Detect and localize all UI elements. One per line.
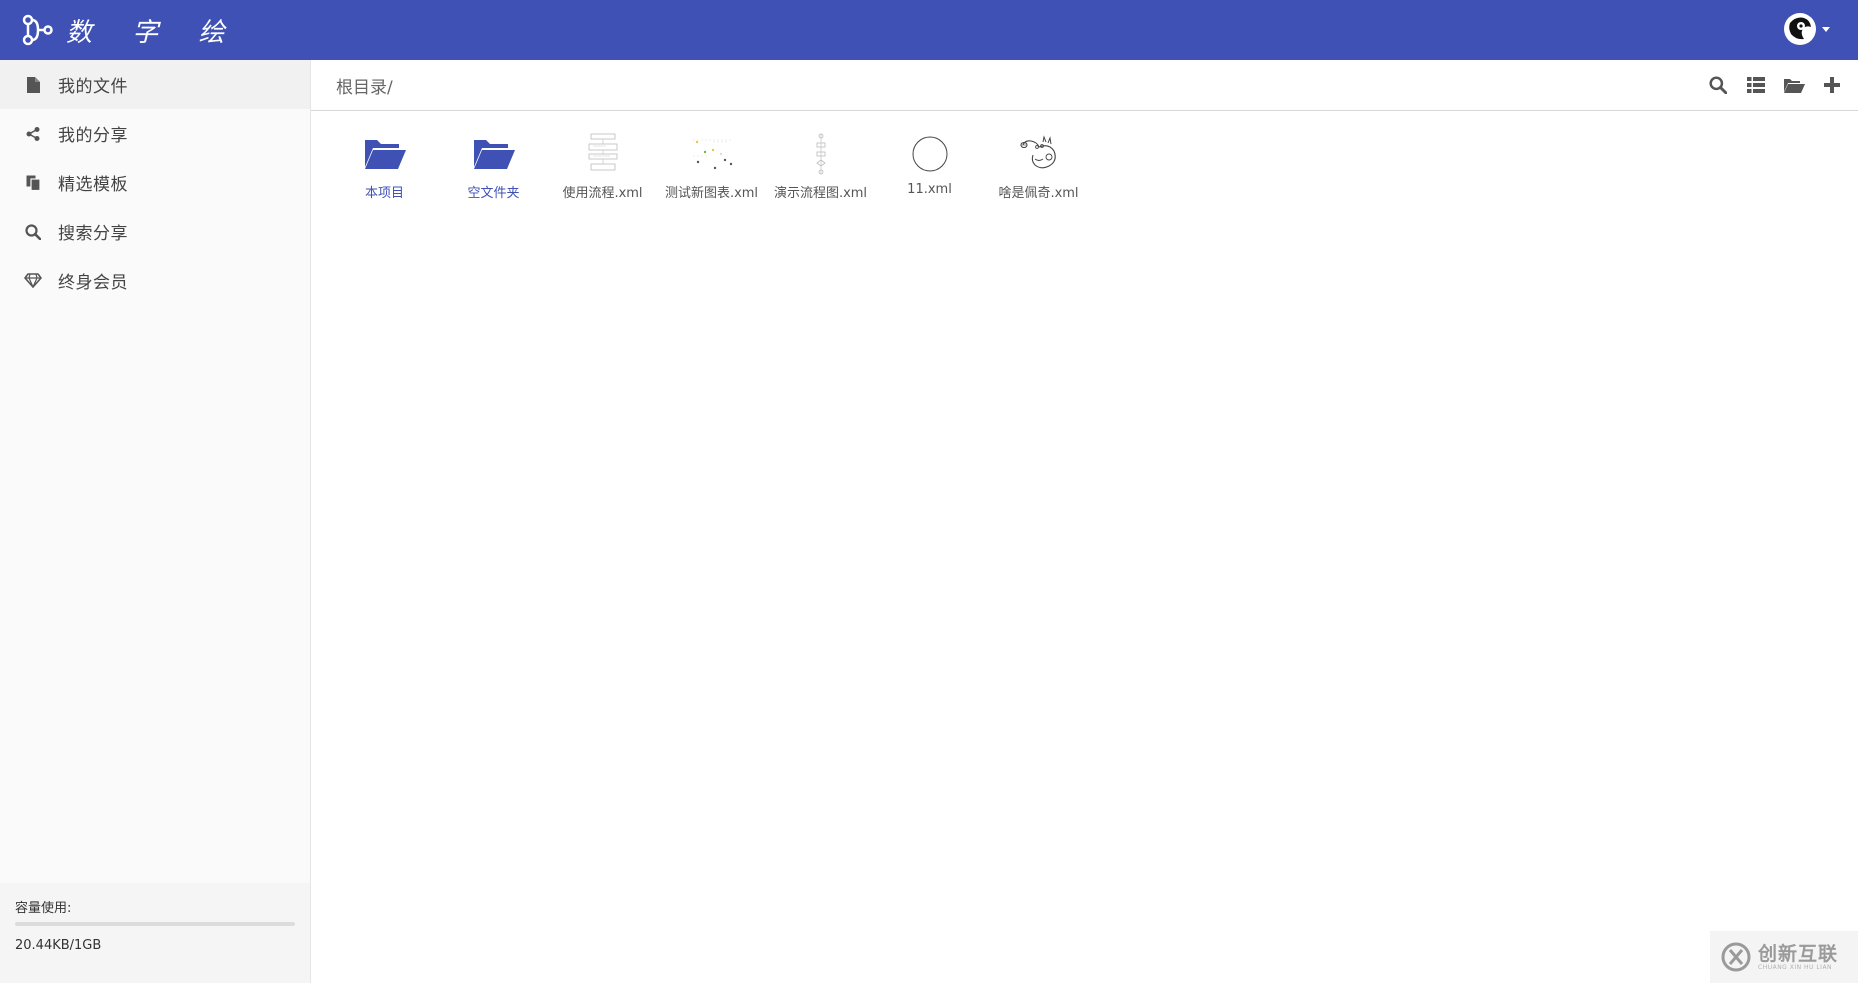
brand-x-icon: [1721, 942, 1751, 972]
file-icon: [24, 76, 42, 94]
top-header: 数 字 绘: [0, 0, 1858, 60]
sidebar: 我的文件 我的分享 精选模板 搜索分享 终身会员 容量使用: 20.44KB/1…: [0, 60, 311, 983]
sidebar-item-label: 精选模板: [58, 175, 128, 195]
sidebar-item-label: 我的分享: [58, 126, 128, 146]
folder-icon: [359, 130, 411, 178]
file-name: 本项目: [364, 186, 404, 201]
file-item[interactable]: 使用流程.xml: [548, 130, 657, 201]
storage-usage: 容量使用: 20.44KB/1GB: [0, 883, 310, 983]
watermark-en: CHUANG XIN HU LIAN: [1758, 963, 1833, 971]
share-icon: [24, 125, 42, 143]
file-name: 测试新图表.xml: [664, 186, 759, 201]
sidebar-item-my-shares[interactable]: 我的分享: [0, 109, 310, 158]
sidebar-item-search-shares[interactable]: 搜索分享: [0, 207, 310, 256]
file-item[interactable]: 11.xml: [875, 130, 984, 201]
file-item[interactable]: 空文件夹: [439, 130, 548, 201]
sidebar-item-label: 终身会员: [58, 273, 128, 293]
file-item[interactable]: 本项目: [330, 130, 439, 201]
diagram-thumbnail-icon: [795, 130, 847, 178]
search-icon: [24, 223, 42, 241]
storage-progress-bar: [15, 922, 295, 926]
diamond-icon: [24, 272, 42, 290]
app-title: 数 字 绘: [66, 17, 241, 48]
storage-value: 20.44KB/1GB: [15, 938, 102, 953]
watermark-cn: 创新互联: [1758, 942, 1839, 965]
sidebar-item-my-files[interactable]: 我的文件: [0, 60, 310, 109]
sidebar-item-label: 我的文件: [58, 77, 128, 97]
user-avatar-icon: [1784, 13, 1816, 45]
folder-icon: [468, 130, 520, 178]
storage-label: 容量使用:: [15, 901, 72, 916]
copy-icon: [24, 174, 42, 192]
circle-shape-icon: [904, 130, 956, 178]
file-name: 11.xml: [907, 182, 952, 197]
flow-node-icon: [22, 14, 53, 46]
list-view-icon: [1747, 77, 1765, 93]
toolbar: 根目录/: [311, 60, 1858, 111]
file-grid: 本项目 空文件夹 使用流程.xml 测试新图表.xml 演示流程图.xml 11…: [330, 130, 1093, 201]
plus-icon: [1824, 77, 1840, 93]
sidebar-item-templates[interactable]: 精选模板: [0, 158, 310, 207]
add-button[interactable]: [1820, 73, 1844, 97]
diagram-thumbnail-icon: [577, 130, 629, 178]
file-item[interactable]: 测试新图表.xml: [657, 130, 766, 201]
breadcrumb[interactable]: 根目录/: [336, 73, 393, 98]
app-logo[interactable]: 数 字 绘: [20, 0, 241, 60]
open-folder-icon: [1784, 78, 1805, 93]
search-icon: [1709, 76, 1727, 94]
sidebar-item-lifetime-member[interactable]: 终身会员: [0, 256, 310, 305]
sidebar-item-label: 搜索分享: [58, 224, 128, 244]
chevron-down-icon: [1822, 26, 1830, 32]
new-folder-button[interactable]: [1782, 73, 1806, 97]
toolbar-actions: [1692, 73, 1844, 97]
list-view-button[interactable]: [1744, 73, 1768, 97]
file-name: 演示流程图.xml: [773, 186, 868, 201]
file-name: 使用流程.xml: [562, 186, 643, 201]
file-name: 空文件夹: [467, 186, 520, 201]
file-item[interactable]: 啥是佩奇.xml: [984, 130, 1093, 201]
file-item[interactable]: 演示流程图.xml: [766, 130, 875, 201]
search-button[interactable]: [1706, 73, 1730, 97]
user-menu[interactable]: [1784, 13, 1830, 45]
watermark-logo: 创新互联 CHUANG XIN HU LIAN: [1710, 931, 1858, 983]
file-name: 啥是佩奇.xml: [998, 186, 1079, 201]
peppa-pig-sketch-icon: [1013, 130, 1065, 178]
diagram-thumbnail-icon: [686, 130, 738, 178]
